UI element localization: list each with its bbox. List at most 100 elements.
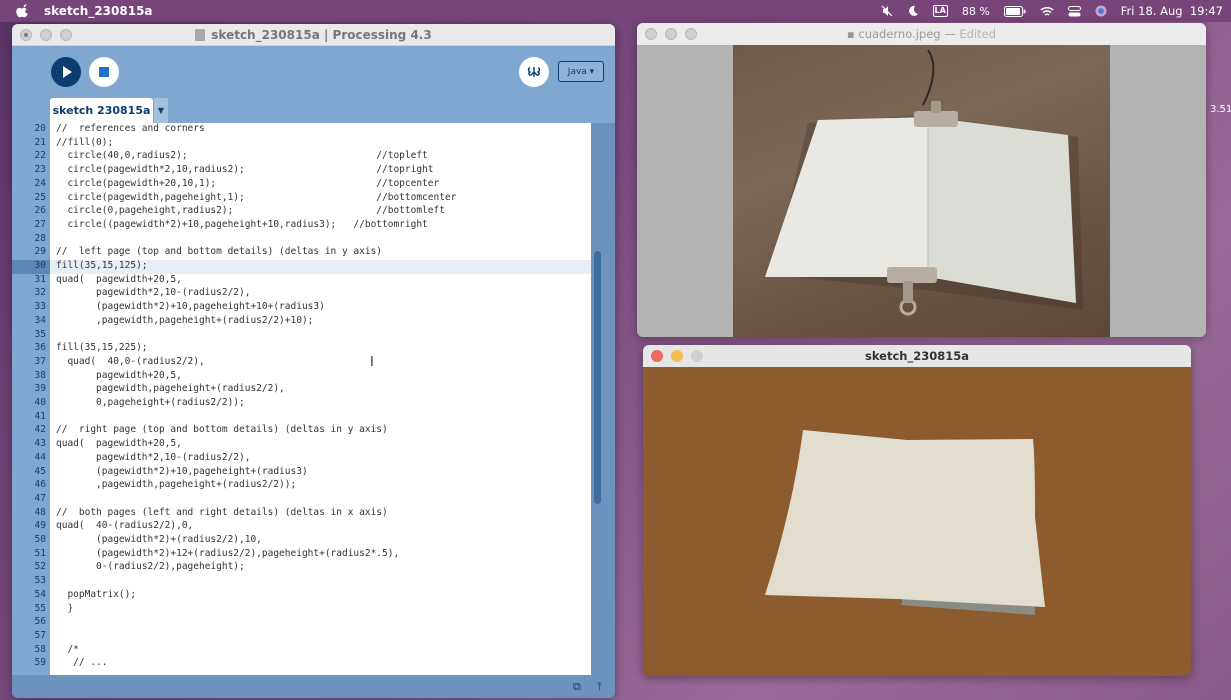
code-line[interactable]: popMatrix(); — [50, 589, 591, 603]
code-line[interactable]: (pagewidth*2)+12+(radius2/2),pageheight+… — [50, 548, 591, 562]
line-number: 36 — [12, 342, 50, 356]
code-line[interactable]: (pagewidth*2)+10,pageheight+10+(radius3) — [50, 301, 591, 315]
code-line-text: //fill(0); — [56, 136, 114, 148]
code-line-text: quad( pagewidth+20,5, — [56, 273, 182, 285]
code-line[interactable]: quad( pagewidth+20,5, — [50, 438, 591, 452]
line-number: 31 — [12, 274, 50, 288]
code-line[interactable]: // left page (top and bottom details) (d… — [50, 246, 591, 260]
code-line[interactable]: ,pagewidth,pageheight+(radius2/2)); — [50, 479, 591, 493]
toolbar: Java ▾ — [12, 46, 615, 98]
notebook-pages — [765, 430, 1045, 607]
code-line[interactable]: // both pages (left and right details) (… — [50, 507, 591, 521]
code-line[interactable]: pagewidth*2,10-(radius2/2), — [50, 287, 591, 301]
code-line[interactable]: } — [50, 603, 591, 617]
text-cursor-icon: I — [370, 355, 374, 370]
code-line[interactable] — [50, 329, 591, 343]
debugger-button[interactable] — [519, 57, 549, 87]
stop-icon — [99, 67, 109, 77]
code-line-text: // both pages (left and right details) (… — [56, 506, 388, 518]
line-number: 25 — [12, 192, 50, 206]
code-line[interactable] — [50, 493, 591, 507]
line-number: 39 — [12, 383, 50, 397]
code-line[interactable]: 0-(radius2/2),pageheight); — [50, 561, 591, 575]
code-line[interactable]: circle(pagewidth*2,10,radius2); //toprig… — [50, 164, 591, 178]
code-line[interactable]: pagewidth+20,5, — [50, 370, 591, 384]
moon-icon[interactable] — [907, 5, 919, 17]
line-number-text: 58 — [34, 643, 46, 655]
tab-sketch[interactable]: sketch 230815a — [50, 98, 153, 123]
notebook-illustration — [765, 49, 1083, 316]
line-number: 23 — [12, 164, 50, 178]
battery-icon[interactable] — [1003, 5, 1026, 17]
tab-menu-button[interactable]: ▼ — [154, 98, 168, 123]
line-number-text: 44 — [34, 451, 46, 463]
code-line[interactable]: circle(40,0,radius2); //topleft — [50, 150, 591, 164]
image-viewer-window: ▪ cuaderno.jpeg — Edited — [637, 23, 1206, 337]
window-title-text: sketch_230815a | Processing 4.3 — [211, 27, 432, 42]
wifi-icon[interactable] — [1040, 6, 1054, 17]
line-number: 49 — [12, 520, 50, 534]
code-line[interactable]: // right page (top and bottom details) (… — [50, 424, 591, 438]
code-line[interactable]: fill(35,15,225); — [50, 342, 591, 356]
active-app-name[interactable]: sketch_230815a — [44, 4, 153, 18]
stop-button[interactable] — [89, 57, 119, 87]
scrollbar-thumb[interactable] — [594, 251, 601, 504]
code-line[interactable]: fill(35,15,125); — [50, 260, 591, 274]
line-number: 47 — [12, 493, 50, 507]
code-line-text: circle(pagewidth*2,10,radius2); //toprig… — [56, 164, 434, 176]
image-viewer-titlebar[interactable]: ▪ cuaderno.jpeg — Edited — [637, 23, 1206, 45]
code-line[interactable]: circle(pagewidth,pageheight,1); //bottom… — [50, 192, 591, 206]
code-line[interactable]: /* — [50, 644, 591, 658]
siri-icon[interactable] — [1095, 5, 1107, 17]
code-editor[interactable]: 20 21 22 23 24 25 26 27 28 29 30 31 32 33 34 35 36 37 38 39… — [12, 123, 615, 675]
edited-label: Edited — [959, 27, 997, 41]
code-line[interactable] — [50, 630, 591, 644]
control-center-icon[interactable] — [1067, 5, 1081, 17]
code-line-text: // references and corners — [56, 123, 205, 134]
code-area[interactable]: // references and corners //fill(0); circ… — [50, 123, 591, 675]
console-icon[interactable]: ⧉ — [573, 680, 585, 693]
line-number-text: 41 — [34, 410, 46, 422]
upload-icon[interactable]: ⤒ — [597, 680, 609, 693]
line-number-text: 33 — [34, 301, 46, 313]
code-line[interactable]: pagewidth*2,10-(radius2/2), — [50, 452, 591, 466]
mute-icon[interactable] — [881, 5, 893, 17]
run-button[interactable] — [51, 57, 81, 87]
code-line[interactable] — [50, 233, 591, 247]
line-number: 54 — [12, 589, 50, 603]
apple-icon[interactable] — [16, 4, 30, 18]
line-number-text: 23 — [34, 164, 46, 176]
mode-selector[interactable]: Java ▾ — [558, 61, 604, 82]
clock[interactable]: Fri 18. Aug 19:47 — [1121, 4, 1223, 18]
input-source-icon[interactable]: LA — [932, 5, 948, 17]
code-line[interactable]: 0,pageheight+(radius2/2)); — [50, 397, 591, 411]
code-line[interactable]: circle(0,pageheight,radius2); //bottomle… — [50, 205, 591, 219]
code-line[interactable]: ,pagewidth,pageheight+(radius2/2)+10); — [50, 315, 591, 329]
code-line[interactable]: //fill(0); — [50, 137, 591, 151]
code-line-text: // left page (top and bottom details) (d… — [56, 246, 383, 258]
sketch-titlebar[interactable]: sketch_230815a — [643, 345, 1191, 367]
code-line[interactable] — [50, 575, 591, 589]
processing-titlebar[interactable]: sketch_230815a | Processing 4.3 — [12, 24, 615, 46]
line-number-text: 36 — [34, 342, 46, 354]
code-line-text: (pagewidth*2)+10,pageheight+10+(radius3) — [56, 301, 325, 313]
code-line[interactable]: (pagewidth*2)+(radius2/2),10, — [50, 534, 591, 548]
line-number: 27 — [12, 219, 50, 233]
code-line[interactable]: (pagewidth*2)+10,pageheight+(radius3) — [50, 466, 591, 480]
code-line[interactable]: // ... — [50, 657, 591, 671]
code-line[interactable]: pagewidth,pageheight+(radius2/2), — [50, 383, 591, 397]
code-line-text: ,pagewidth,pageheight+(radius2/2)); — [56, 479, 297, 491]
code-line[interactable]: circle((pagewidth*2)+10,pageheight+10,ra… — [50, 219, 591, 233]
code-line[interactable]: quad( pagewidth+20,5, — [50, 274, 591, 288]
code-line[interactable]: quad( 40,0-(radius2/2), — [50, 356, 591, 370]
code-line[interactable]: circle(pagewidth+20,10,1); //topcenter — [50, 178, 591, 192]
code-line[interactable]: quad( 40-(radius2/2),0, — [50, 520, 591, 534]
line-number: 29 — [12, 246, 50, 260]
line-number: 50 — [12, 534, 50, 548]
line-number: 22 — [12, 150, 50, 164]
line-number: 26 — [12, 205, 50, 219]
code-line[interactable] — [50, 411, 591, 425]
line-number: 45 — [12, 466, 50, 480]
code-line[interactable]: // references and corners — [50, 123, 591, 137]
code-line[interactable] — [50, 616, 591, 630]
